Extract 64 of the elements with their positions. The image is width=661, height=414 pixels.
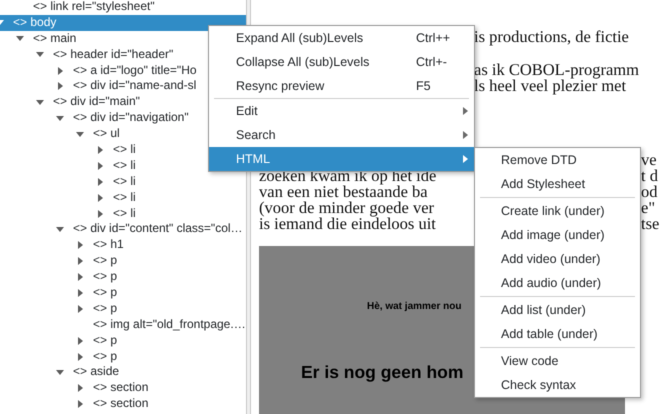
caret-right-icon[interactable]: [78, 400, 82, 408]
banner-heading: Er is nog geen hom: [301, 360, 464, 383]
menu-item[interactable]: Add audio (under): [475, 271, 640, 295]
caret-right-icon[interactable]: [463, 107, 468, 115]
menu-item[interactable]: Add Stylesheet: [475, 172, 640, 196]
caret-right-icon[interactable]: [98, 146, 102, 154]
tree-item[interactable]: <> p: [0, 300, 246, 317]
page-text: (voor de minder goede ver: [259, 198, 434, 217]
menu-item[interactable]: Create link (under): [475, 199, 640, 223]
menu-item[interactable]: View code: [475, 349, 640, 373]
tree-item[interactable]: <> li: [0, 190, 246, 206]
page-text: e": [641, 198, 656, 217]
page-text: is productions, de fictie: [474, 27, 629, 46]
tree-item[interactable]: <> p: [0, 285, 246, 301]
tree-item[interactable]: <> p: [0, 332, 246, 349]
menu-item[interactable]: Collapse All (sub)Levels Ctrl+-: [209, 50, 474, 74]
tree-item[interactable]: <> img alt="old_frontpage.…: [0, 316, 246, 333]
tree-item[interactable]: <> link rel="stylesheet": [0, 0, 246, 15]
menu-item[interactable]: Add list (under): [475, 298, 640, 322]
shortcut-label: Ctrl++: [416, 30, 452, 47]
caret-right-icon[interactable]: [78, 288, 82, 297]
tree-item[interactable]: <> section: [0, 380, 246, 396]
menu-item[interactable]: Remove DTD: [475, 148, 640, 172]
caret-right-icon[interactable]: [98, 194, 102, 202]
page-text: as ik COBOL-programm: [474, 60, 639, 79]
caret-right-icon[interactable]: [78, 304, 82, 313]
tree-item[interactable]: <> p: [0, 348, 246, 364]
tree-item[interactable]: <> li: [0, 174, 246, 190]
caret-right-icon[interactable]: [98, 178, 102, 186]
tree-item[interactable]: <> p: [0, 253, 246, 270]
menu-item[interactable]: Check syntax: [475, 373, 640, 397]
menu-item[interactable]: HTML: [209, 147, 474, 171]
tree-item[interactable]: <> li: [0, 206, 246, 222]
caret-right-icon[interactable]: [463, 131, 468, 139]
menu-item[interactable]: Add table (under): [475, 322, 640, 346]
tree-item[interactable]: <> body: [0, 14, 246, 31]
shortcut-label: Ctrl+-: [416, 54, 448, 71]
page-text: ve: [641, 150, 657, 169]
caret-right-icon[interactable]: [58, 66, 62, 75]
menu-item[interactable]: Search: [209, 123, 474, 147]
menu-item[interactable]: Resync preview F5: [209, 74, 474, 98]
menu-item[interactable]: Edit: [209, 99, 474, 123]
caret-right-icon[interactable]: [78, 352, 82, 361]
menu-item[interactable]: Add image (under): [475, 223, 640, 247]
tree-item[interactable]: <> section: [0, 396, 246, 412]
caret-right-icon[interactable]: [98, 210, 102, 218]
caret-right-icon[interactable]: [78, 257, 82, 266]
tree-item[interactable]: <> div id="content" class="col…: [0, 221, 246, 238]
caret-right-icon[interactable]: [463, 155, 468, 163]
caret-right-icon[interactable]: [58, 82, 62, 90]
shortcut-label: F5: [416, 78, 432, 95]
caret-right-icon[interactable]: [78, 241, 82, 250]
page-text: t d: [641, 166, 658, 185]
page-text: od: [641, 182, 658, 201]
tree-item[interactable]: <> p: [0, 269, 246, 286]
caret-right-icon[interactable]: [98, 162, 102, 170]
tree-item[interactable]: <> aside: [0, 364, 246, 380]
tree-item[interactable]: <> h1: [0, 237, 246, 254]
banner-text: Hè, wat jammer nou: [367, 300, 462, 314]
caret-right-icon[interactable]: [78, 273, 82, 282]
caret-right-icon[interactable]: [78, 384, 82, 392]
page-text: tse: [641, 214, 660, 233]
menu-item[interactable]: Add video (under): [475, 247, 640, 271]
caret-right-icon[interactable]: [78, 336, 82, 345]
